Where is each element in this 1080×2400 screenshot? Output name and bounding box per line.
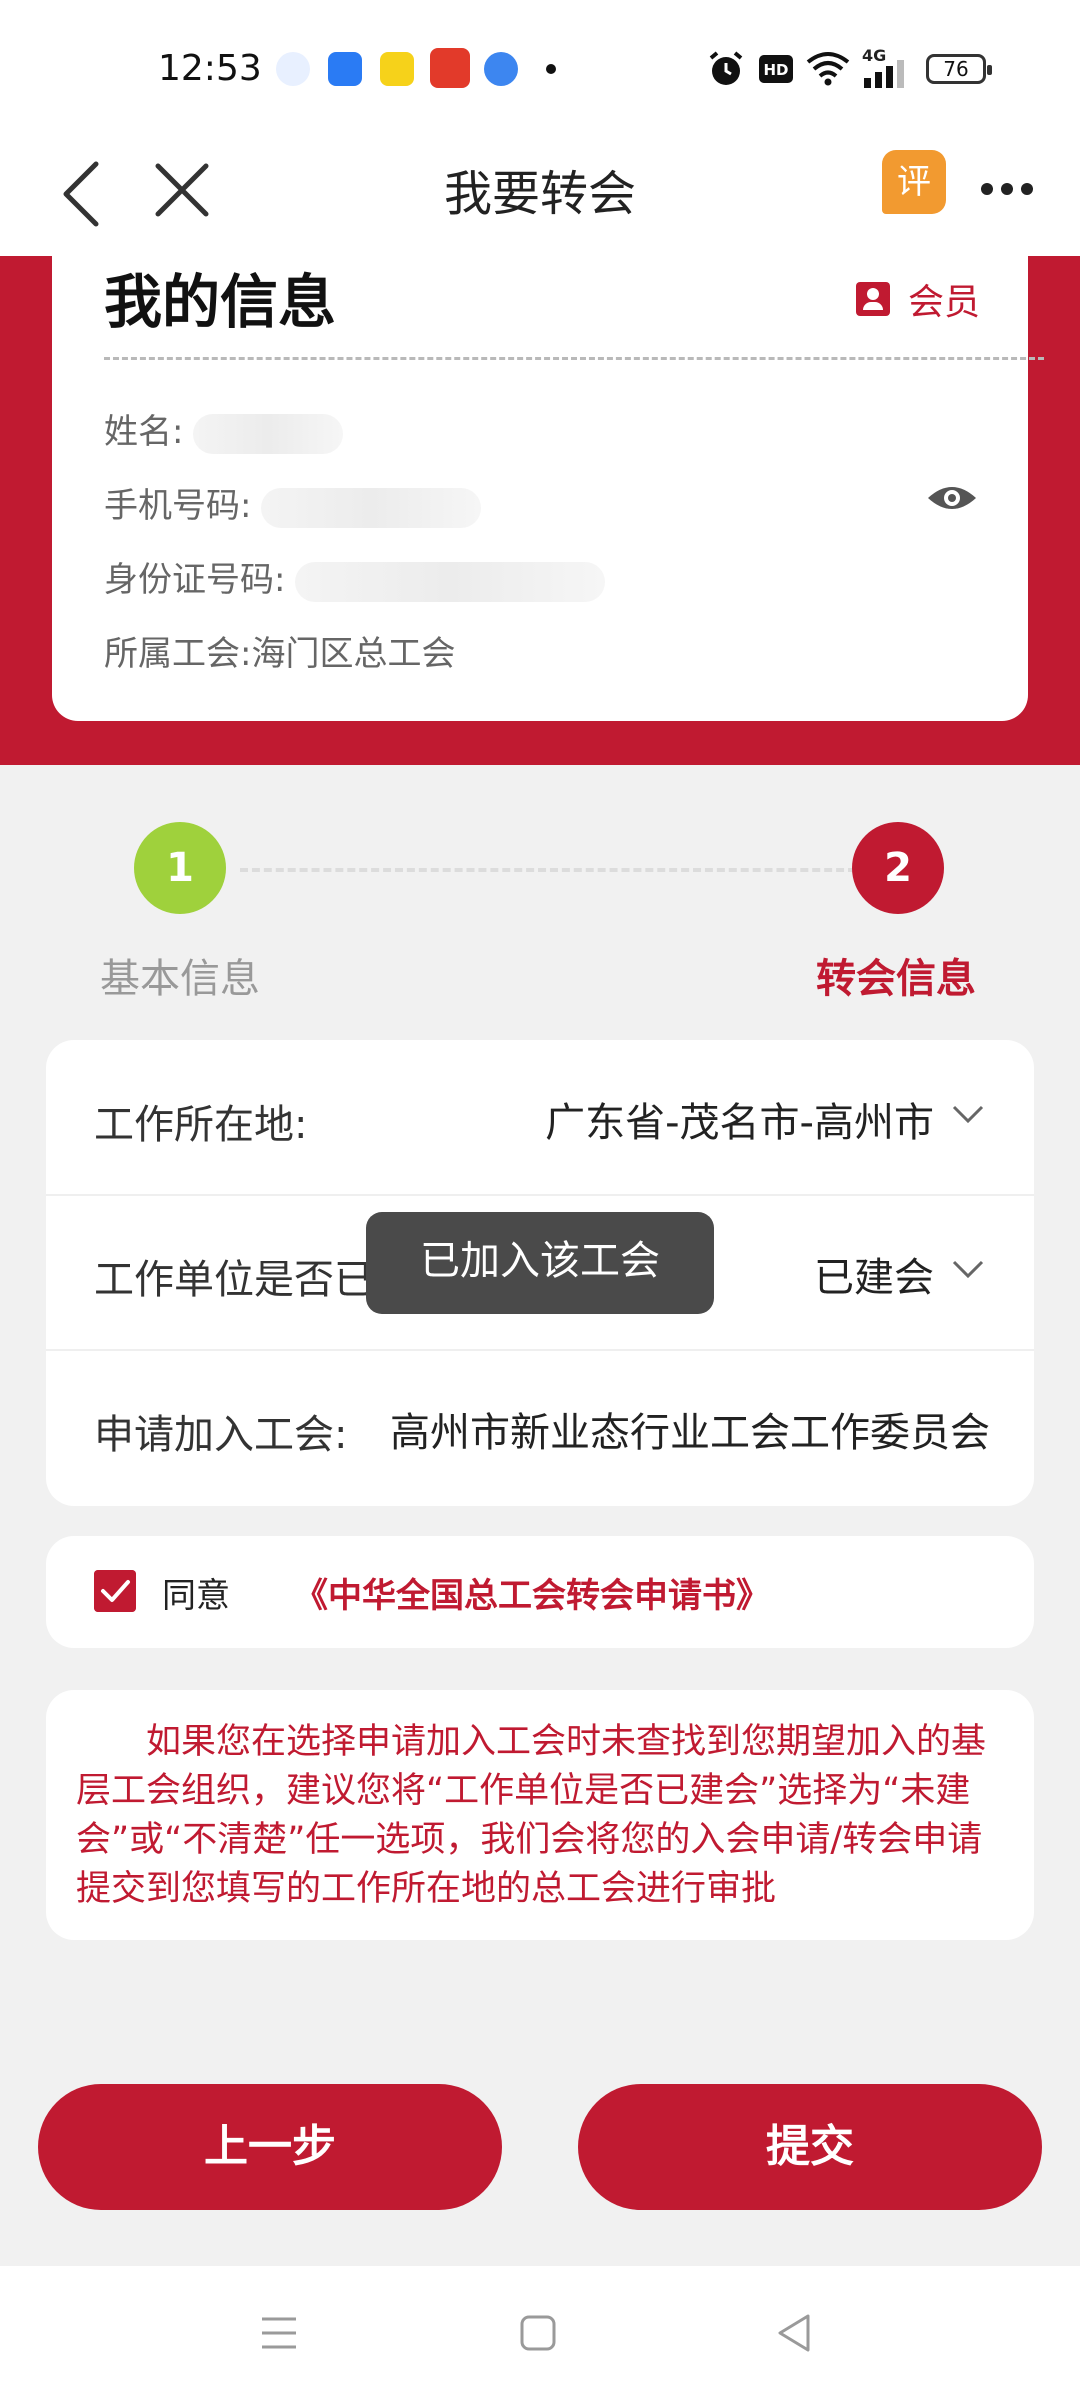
member-icon <box>856 282 890 316</box>
union-established-value[interactable]: 已建会 <box>814 1245 934 1303</box>
id-row: 身份证号码: <box>104 552 606 602</box>
alarm-icon <box>709 51 743 85</box>
notice-card: 如果您在选择申请加入工会时未查找到您期望加入的基层工会组织，建议您将“工作单位是… <box>46 1690 1034 1940</box>
submit-button[interactable]: 提交 <box>578 2084 1042 2210</box>
member-badge: 会员 <box>856 274 980 324</box>
step-1-label: 基本信息 <box>100 956 260 1002</box>
wifi-icon <box>806 52 850 86</box>
work-location-label: 工作所在地: <box>94 1102 308 1148</box>
svg-text:HD: HD <box>763 61 788 79</box>
member-badge-label: 会员 <box>908 282 981 323</box>
system-nav-bar <box>0 2266 1080 2400</box>
agree-checkbox[interactable] <box>94 1570 136 1612</box>
app-notification-icon-1 <box>276 52 310 86</box>
signal-icon <box>864 60 904 88</box>
step-1-circle: 1 <box>134 822 226 914</box>
agree-label: 同意 <box>162 1576 230 1616</box>
phone-value-redacted <box>261 487 482 528</box>
name-value-redacted <box>193 413 344 454</box>
previous-step-button[interactable]: 上一步 <box>38 2084 502 2210</box>
hd-icon: HD <box>759 55 793 83</box>
more-notifications-dot <box>546 64 556 74</box>
more-options-icon[interactable] <box>980 182 1034 196</box>
my-info-card: 我的信息 会员 姓名: 手机号码: 身份证号码: 所属工会:海门区总工会 <box>52 256 1044 721</box>
union-row: 所属工会:海门区总工会 <box>104 626 455 675</box>
agreement-card: 同意 《中华全国总工会转会申请书》 <box>46 1536 1034 1648</box>
toast-message: 已加入该工会 <box>366 1212 714 1314</box>
union-value: 海门区总工会 <box>251 634 456 674</box>
phone-label: 手机号码: <box>104 486 252 526</box>
back-triangle-icon[interactable] <box>776 2312 812 2354</box>
id-label: 身份证号码: <box>104 560 286 600</box>
chevron-down-icon[interactable] <box>950 1257 986 1281</box>
info-divider <box>104 357 1044 360</box>
app-notification-icon-4 <box>430 48 470 88</box>
app-notification-icon-3 <box>380 52 414 86</box>
menu-icon[interactable] <box>260 2316 298 2350</box>
info-card-title: 我的信息 <box>104 268 337 336</box>
app-notification-icon-5 <box>484 52 518 86</box>
app-notification-icon-2 <box>328 52 362 86</box>
notice-text: 如果您在选择申请加入工会时未查找到您期望加入的基层工会组织，建议您将“工作单位是… <box>76 1722 987 1909</box>
step-2-label: 转会信息 <box>816 956 976 1002</box>
work-location-field[interactable]: 工作所在地: 广东省-茂名市-高州市 <box>46 1040 1034 1196</box>
status-bar: 12:53 HD 4G 76 <box>0 0 1080 130</box>
name-row: 姓名: <box>104 404 344 454</box>
evaluate-icon[interactable]: 评 <box>882 150 946 214</box>
top-nav-bar: 我要转会 评 <box>0 130 1080 256</box>
apply-union-label: 申请加入工会: <box>94 1412 348 1458</box>
union-label: 所属工会: <box>104 634 252 674</box>
status-time: 12:53 <box>158 48 262 89</box>
name-label: 姓名: <box>104 412 184 452</box>
id-value-redacted <box>295 561 606 602</box>
agreement-link[interactable]: 《中华全国总工会转会申请书》 <box>294 1568 770 1617</box>
apply-union-field[interactable]: 申请加入工会: 高州市新业态行业工会工作委员会 <box>46 1350 1034 1504</box>
step-2-circle: 2 <box>852 822 944 914</box>
eye-icon[interactable] <box>926 482 978 514</box>
work-location-value[interactable]: 广东省-茂名市-高州市 <box>545 1090 934 1148</box>
chevron-down-icon[interactable] <box>950 1102 986 1126</box>
home-icon[interactable] <box>519 2314 557 2352</box>
step-connector <box>240 868 856 872</box>
battery-indicator: 76 <box>926 54 992 84</box>
phone-row: 手机号码: <box>104 478 482 528</box>
apply-union-value[interactable]: 高州市新业态行业工会工作委员会 <box>390 1400 998 1458</box>
